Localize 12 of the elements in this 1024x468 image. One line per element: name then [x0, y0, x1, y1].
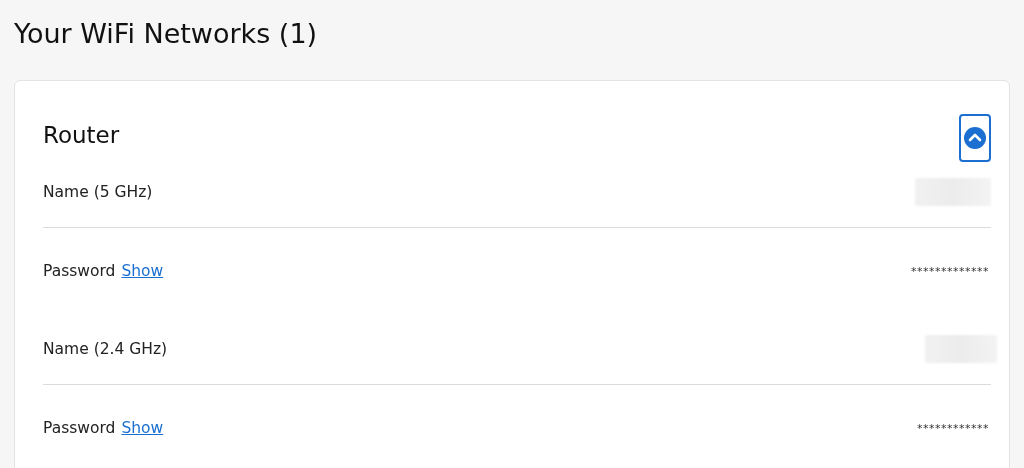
- masked-password: *************: [911, 264, 989, 278]
- field-label: Password: [43, 419, 116, 437]
- field-label: Name (5 GHz): [43, 183, 153, 201]
- field-label: Name (2.4 GHz): [43, 340, 168, 358]
- show-link[interactable]: Show: [121, 419, 164, 437]
- page-heading: Your WiFi Networks (1): [13, 17, 319, 51]
- collapse-button[interactable]: [959, 114, 991, 162]
- show-link[interactable]: Show: [121, 262, 164, 280]
- chevron-icon: [963, 126, 987, 150]
- masked-password: ************: [917, 421, 989, 435]
- field-label: Password: [43, 262, 116, 280]
- card-title: Router: [43, 121, 120, 148]
